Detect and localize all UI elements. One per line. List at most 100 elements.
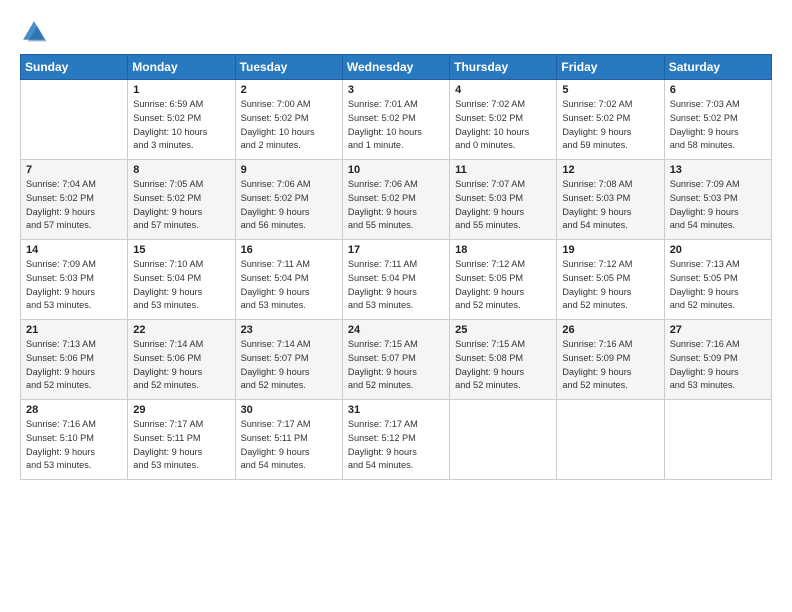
day-number: 2 <box>241 84 337 96</box>
day-content: Sunrise: 7:06 AM Sunset: 5:02 PM Dayligh… <box>241 178 337 233</box>
header-saturday: Saturday <box>664 55 771 80</box>
calendar-cell: 3 Sunrise: 7:01 AM Sunset: 5:02 PM Daylig… <box>342 80 449 160</box>
day-number: 18 <box>455 244 551 256</box>
day-number: 26 <box>562 324 658 336</box>
day-content: Sunrise: 7:03 AM Sunset: 5:02 PM Dayligh… <box>670 98 766 153</box>
day-number: 9 <box>241 164 337 176</box>
calendar-cell: 4Sunrise: 7:02 AM Sunset: 5:02 PM Daylig… <box>450 80 557 160</box>
calendar-header-row: SundayMondayTuesdayWednesdayThursdayFrid… <box>21 55 772 80</box>
day-content: Sunrise: 6:59 AM Sunset: 5:02 PM Dayligh… <box>133 98 229 153</box>
day-content: Sunrise: 7:11 AM Sunset: 5:04 PM Dayligh… <box>241 258 337 313</box>
day-content: Sunrise: 7:15 AM Sunset: 5:07 PM Dayligh… <box>348 338 444 393</box>
day-content: Sunrise: 7:09 AM Sunset: 5:03 PM Dayligh… <box>26 258 122 313</box>
header-monday: Monday <box>128 55 235 80</box>
day-number: 5 <box>562 84 658 96</box>
calendar-table: SundayMondayTuesdayWednesdayThursdayFrid… <box>20 54 772 480</box>
day-number: 10 <box>348 164 444 176</box>
calendar-cell: 8 Sunrise: 7:05 AM Sunset: 5:02 PM Daylig… <box>128 160 235 240</box>
day-number: 21 <box>26 324 122 336</box>
calendar-cell: 20 Sunrise: 7:13 AM Sunset: 5:05 PM Dayli… <box>664 240 771 320</box>
day-content: Sunrise: 7:16 AM Sunset: 5:10 PM Dayligh… <box>26 418 122 473</box>
calendar-cell: 25Sunrise: 7:15 AM Sunset: 5:08 PM Dayli… <box>450 320 557 400</box>
day-number: 29 <box>133 404 229 416</box>
calendar-week-3: 14 Sunrise: 7:09 AM Sunset: 5:03 PM Dayli… <box>21 240 772 320</box>
day-content: Sunrise: 7:12 AM Sunset: 5:05 PM Dayligh… <box>562 258 658 313</box>
day-content: Sunrise: 7:10 AM Sunset: 5:04 PM Dayligh… <box>133 258 229 313</box>
header-tuesday: Tuesday <box>235 55 342 80</box>
calendar-cell: 6Sunrise: 7:03 AM Sunset: 5:02 PM Daylig… <box>664 80 771 160</box>
calendar-cell: 16 Sunrise: 7:11 AM Sunset: 5:04 PM Dayli… <box>235 240 342 320</box>
day-content: Sunrise: 7:11 AM Sunset: 5:04 PM Dayligh… <box>348 258 444 313</box>
calendar-cell: 24 Sunrise: 7:15 AM Sunset: 5:07 PM Dayli… <box>342 320 449 400</box>
day-number: 17 <box>348 244 444 256</box>
calendar-week-5: 28 Sunrise: 7:16 AM Sunset: 5:10 PM Dayli… <box>21 400 772 480</box>
calendar-cell: 31 Sunrise: 7:17 AM Sunset: 5:12 PM Dayli… <box>342 400 449 480</box>
header-wednesday: Wednesday <box>342 55 449 80</box>
calendar-cell: 10 Sunrise: 7:06 AM Sunset: 5:02 PM Dayli… <box>342 160 449 240</box>
day-content: Sunrise: 7:14 AM Sunset: 5:07 PM Dayligh… <box>241 338 337 393</box>
calendar-cell: 5Sunrise: 7:02 AM Sunset: 5:02 PM Daylig… <box>557 80 664 160</box>
day-number: 3 <box>348 84 444 96</box>
calendar-week-2: 7 Sunrise: 7:04 AM Sunset: 5:02 PM Daylig… <box>21 160 772 240</box>
day-content: Sunrise: 7:01 AM Sunset: 5:02 PM Dayligh… <box>348 98 444 153</box>
calendar-cell: 17 Sunrise: 7:11 AM Sunset: 5:04 PM Dayli… <box>342 240 449 320</box>
day-content: Sunrise: 7:09 AM Sunset: 5:03 PM Dayligh… <box>670 178 766 233</box>
calendar-cell: 26 Sunrise: 7:16 AM Sunset: 5:09 PM Dayli… <box>557 320 664 400</box>
logo <box>20 18 50 46</box>
day-content: Sunrise: 7:13 AM Sunset: 5:06 PM Dayligh… <box>26 338 122 393</box>
day-number: 12 <box>562 164 658 176</box>
day-number: 16 <box>241 244 337 256</box>
calendar-cell: 13 Sunrise: 7:09 AM Sunset: 5:03 PM Dayli… <box>664 160 771 240</box>
header-row <box>20 18 772 46</box>
day-number: 31 <box>348 404 444 416</box>
calendar-cell: 15 Sunrise: 7:10 AM Sunset: 5:04 PM Dayli… <box>128 240 235 320</box>
calendar-cell: 22Sunrise: 7:14 AM Sunset: 5:06 PM Dayli… <box>128 320 235 400</box>
header-thursday: Thursday <box>450 55 557 80</box>
day-content: Sunrise: 7:05 AM Sunset: 5:02 PM Dayligh… <box>133 178 229 233</box>
day-number: 1 <box>133 84 229 96</box>
calendar-cell: 29Sunrise: 7:17 AM Sunset: 5:11 PM Dayli… <box>128 400 235 480</box>
day-number: 14 <box>26 244 122 256</box>
day-number: 15 <box>133 244 229 256</box>
logo-icon <box>20 18 48 46</box>
day-content: Sunrise: 7:07 AM Sunset: 5:03 PM Dayligh… <box>455 178 551 233</box>
day-content: Sunrise: 7:04 AM Sunset: 5:02 PM Dayligh… <box>26 178 122 233</box>
day-content: Sunrise: 7:06 AM Sunset: 5:02 PM Dayligh… <box>348 178 444 233</box>
day-content: Sunrise: 7:13 AM Sunset: 5:05 PM Dayligh… <box>670 258 766 313</box>
main-container: SundayMondayTuesdayWednesdayThursdayFrid… <box>0 0 792 490</box>
day-content: Sunrise: 7:17 AM Sunset: 5:11 PM Dayligh… <box>241 418 337 473</box>
calendar-cell <box>21 80 128 160</box>
day-content: Sunrise: 7:14 AM Sunset: 5:06 PM Dayligh… <box>133 338 229 393</box>
calendar-cell: 2 Sunrise: 7:00 AM Sunset: 5:02 PM Daylig… <box>235 80 342 160</box>
day-number: 24 <box>348 324 444 336</box>
day-number: 27 <box>670 324 766 336</box>
day-number: 23 <box>241 324 337 336</box>
calendar-cell <box>557 400 664 480</box>
header-sunday: Sunday <box>21 55 128 80</box>
calendar-cell: 27 Sunrise: 7:16 AM Sunset: 5:09 PM Dayli… <box>664 320 771 400</box>
calendar-cell: 28 Sunrise: 7:16 AM Sunset: 5:10 PM Dayli… <box>21 400 128 480</box>
day-number: 7 <box>26 164 122 176</box>
day-content: Sunrise: 7:12 AM Sunset: 5:05 PM Dayligh… <box>455 258 551 313</box>
calendar-cell: 21 Sunrise: 7:13 AM Sunset: 5:06 PM Dayli… <box>21 320 128 400</box>
calendar-cell <box>664 400 771 480</box>
day-content: Sunrise: 7:16 AM Sunset: 5:09 PM Dayligh… <box>562 338 658 393</box>
day-content: Sunrise: 7:00 AM Sunset: 5:02 PM Dayligh… <box>241 98 337 153</box>
day-number: 8 <box>133 164 229 176</box>
calendar-cell: 30Sunrise: 7:17 AM Sunset: 5:11 PM Dayli… <box>235 400 342 480</box>
day-content: Sunrise: 7:17 AM Sunset: 5:12 PM Dayligh… <box>348 418 444 473</box>
day-number: 13 <box>670 164 766 176</box>
calendar-cell: 1 Sunrise: 6:59 AM Sunset: 5:02 PM Daylig… <box>128 80 235 160</box>
calendar-cell: 23 Sunrise: 7:14 AM Sunset: 5:07 PM Dayli… <box>235 320 342 400</box>
day-number: 25 <box>455 324 551 336</box>
day-number: 19 <box>562 244 658 256</box>
day-content: Sunrise: 7:16 AM Sunset: 5:09 PM Dayligh… <box>670 338 766 393</box>
day-number: 20 <box>670 244 766 256</box>
day-content: Sunrise: 7:02 AM Sunset: 5:02 PM Dayligh… <box>455 98 551 153</box>
day-content: Sunrise: 7:08 AM Sunset: 5:03 PM Dayligh… <box>562 178 658 233</box>
header-friday: Friday <box>557 55 664 80</box>
day-number: 28 <box>26 404 122 416</box>
calendar-cell: 14 Sunrise: 7:09 AM Sunset: 5:03 PM Dayli… <box>21 240 128 320</box>
calendar-cell: 9 Sunrise: 7:06 AM Sunset: 5:02 PM Daylig… <box>235 160 342 240</box>
day-number: 11 <box>455 164 551 176</box>
